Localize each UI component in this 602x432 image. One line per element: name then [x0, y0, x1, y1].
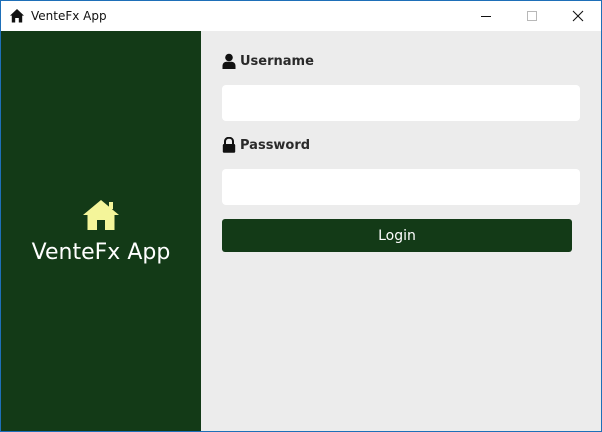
- minimize-icon: [481, 16, 491, 17]
- brand-panel: VenteFx App: [1, 31, 201, 431]
- login-button[interactable]: Login: [222, 219, 572, 252]
- title-bar[interactable]: VenteFx App: [1, 1, 601, 31]
- password-label: Password: [222, 135, 310, 155]
- password-input[interactable]: [222, 169, 580, 205]
- username-label: Username: [222, 51, 314, 71]
- home-icon: [83, 200, 119, 230]
- app-window: VenteFx App VenteFx App Username Passwor…: [0, 0, 602, 432]
- close-button[interactable]: [555, 1, 601, 31]
- password-label-text: Password: [240, 137, 311, 153]
- lock-icon: [222, 137, 236, 153]
- maximize-icon: [527, 11, 537, 21]
- username-input[interactable]: [222, 85, 580, 121]
- user-icon: [222, 53, 236, 69]
- close-icon: [572, 10, 584, 22]
- minimize-button[interactable]: [463, 1, 509, 31]
- window-title: VenteFx App: [31, 9, 107, 23]
- username-label-text: Username: [240, 53, 314, 69]
- home-icon: [10, 9, 24, 23]
- brand-name: VenteFx App: [31, 240, 171, 265]
- maximize-button[interactable]: [509, 1, 555, 31]
